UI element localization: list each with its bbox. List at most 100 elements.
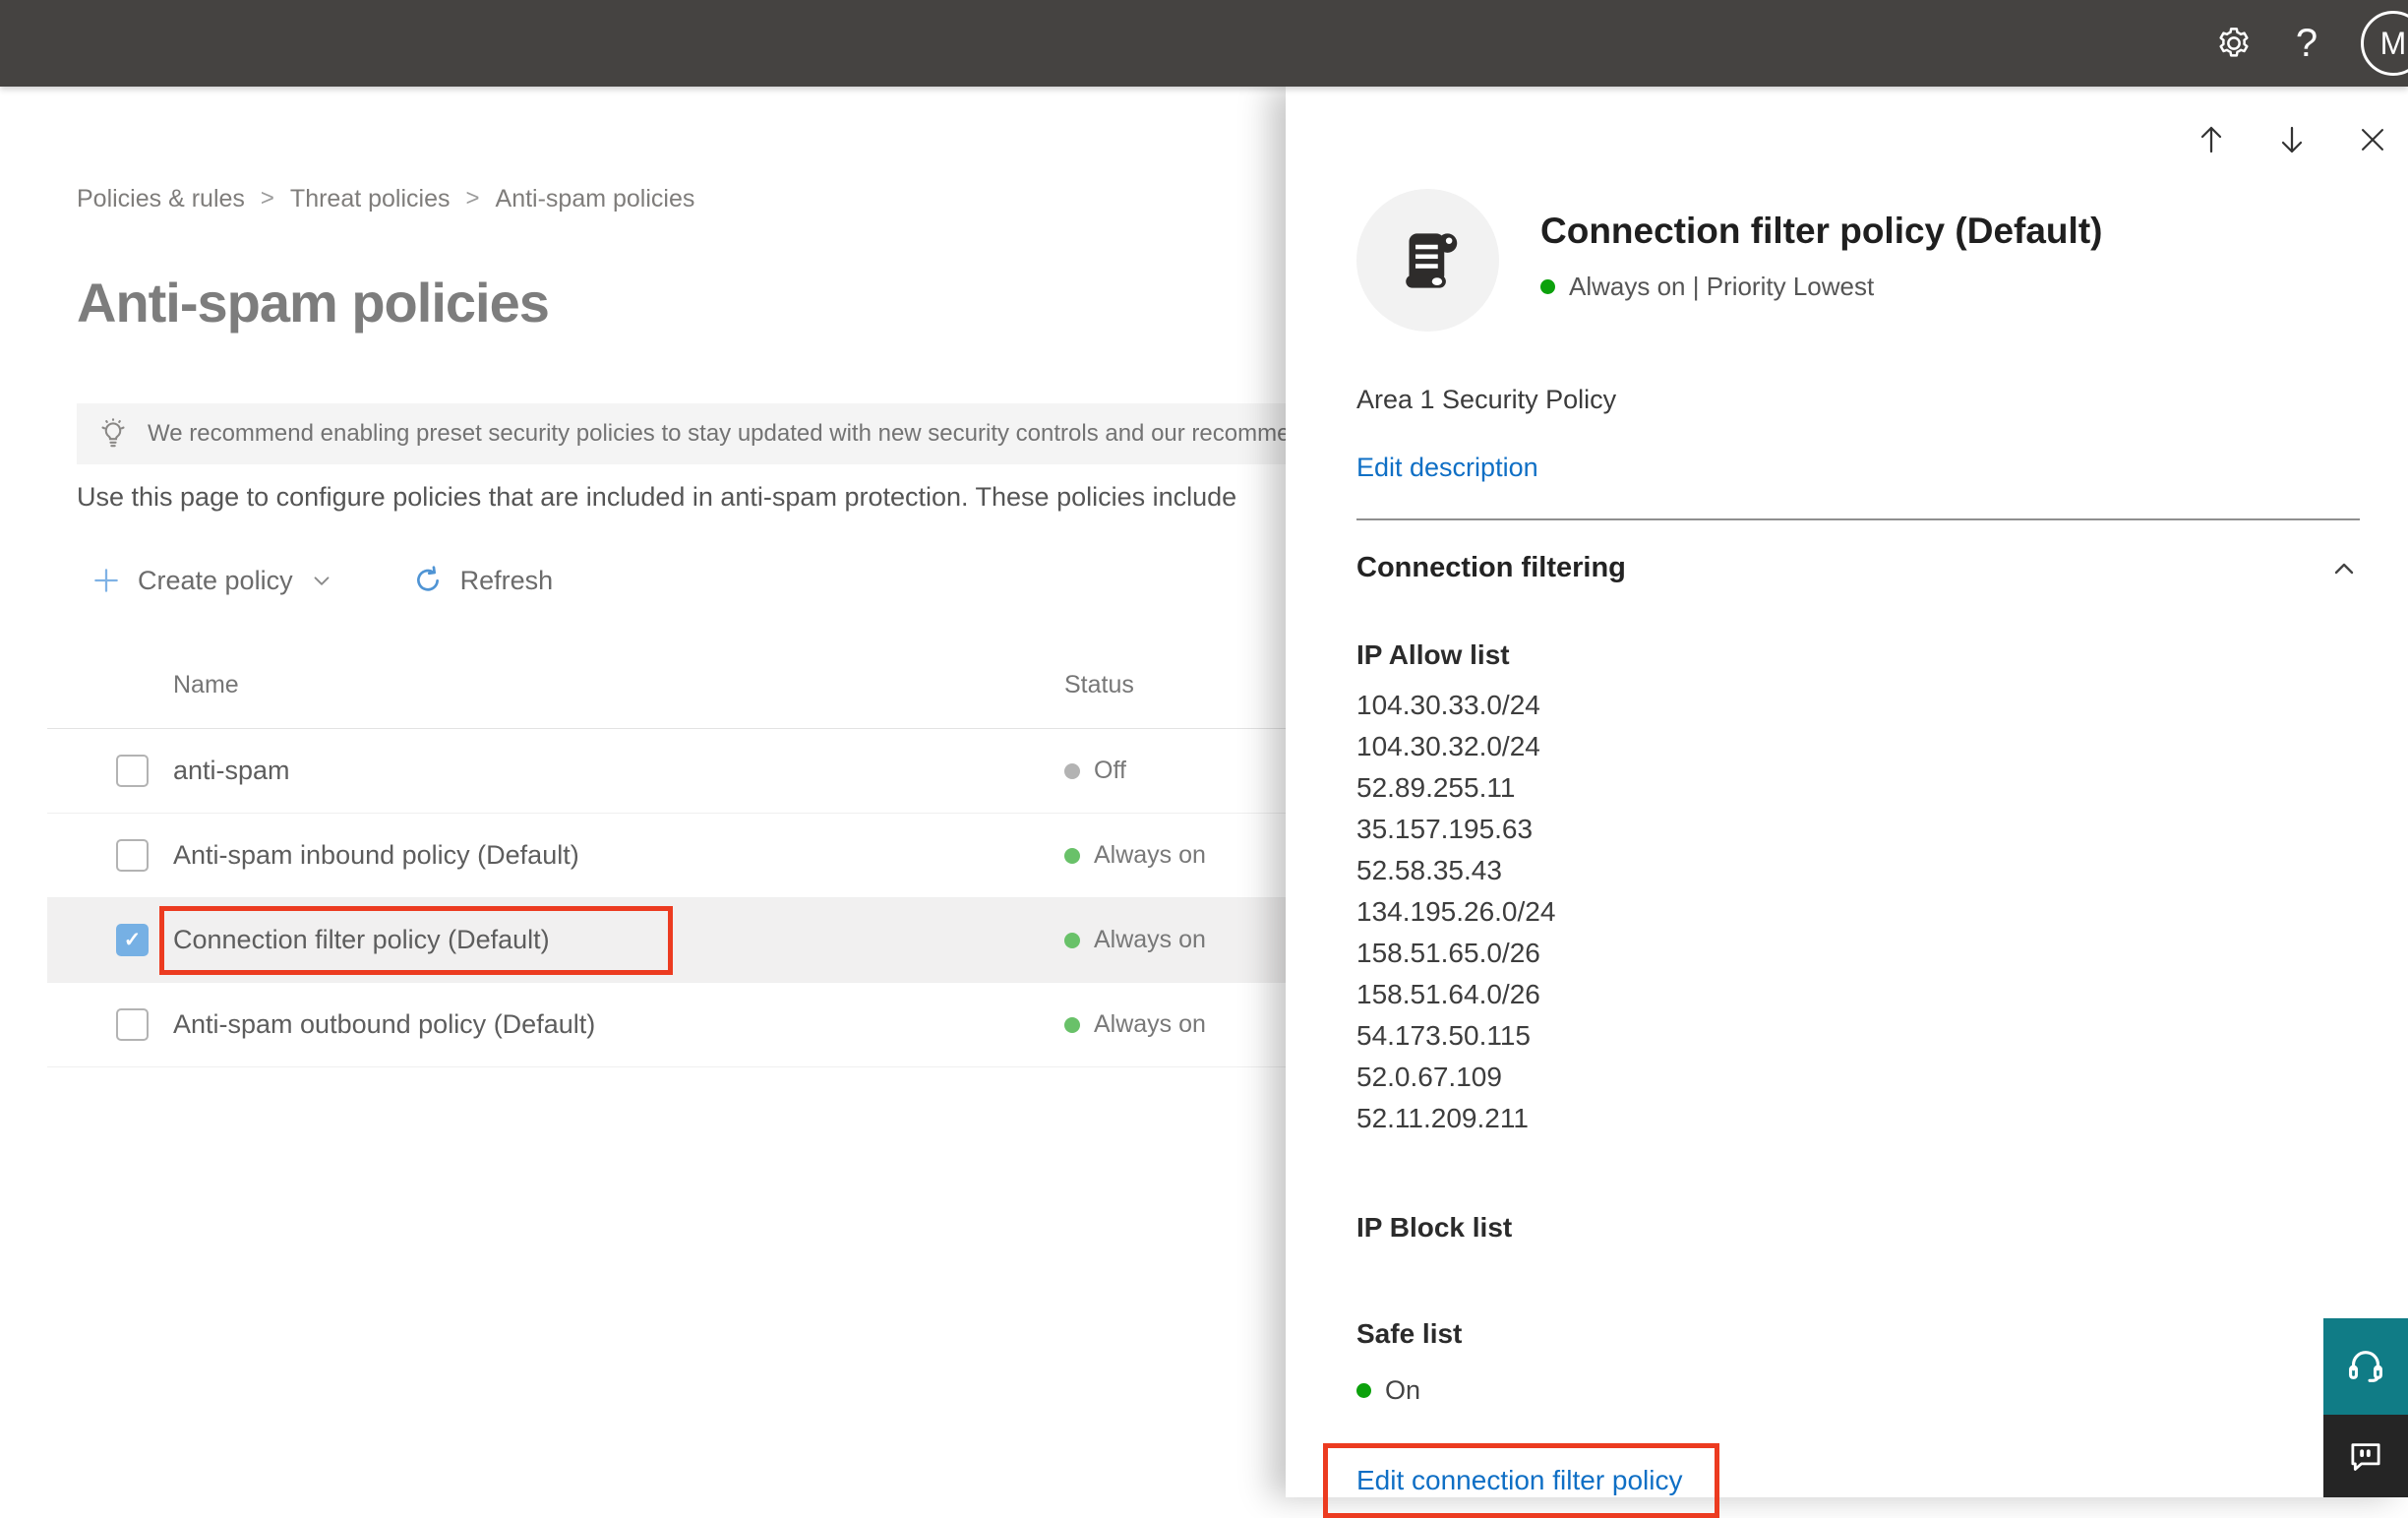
top-bar: ? M <box>0 0 2408 87</box>
account-avatar[interactable]: M <box>2361 11 2408 76</box>
table-header: Name Status <box>47 642 1310 729</box>
policy-name[interactable]: anti-spam <box>173 756 290 786</box>
table-row[interactable]: Connection filter policy (Default) Alway… <box>47 898 1310 983</box>
status-text: Off <box>1094 757 1126 784</box>
status-dot <box>1064 762 1080 779</box>
page-description: Use this page to configure policies that… <box>77 482 1237 512</box>
settings-button[interactable] <box>2197 0 2270 87</box>
name-cell: anti-spam <box>173 739 1064 804</box>
policy-name[interactable]: Anti-spam outbound policy (Default) <box>173 1009 595 1040</box>
breadcrumb-policies-rules[interactable]: Policies & rules <box>77 185 245 213</box>
avatar-initial: M <box>2379 25 2407 61</box>
row-checkbox[interactable] <box>116 924 149 956</box>
refresh-icon <box>411 564 445 597</box>
ip-address: 134.195.26.0/24 <box>1356 896 1556 927</box>
row-checkbox[interactable] <box>116 755 149 787</box>
ip-allow-list-title: IP Allow list <box>1356 639 1510 670</box>
ip-address: 158.51.64.0/26 <box>1356 979 1540 1009</box>
next-item-button[interactable] <box>2266 114 2318 165</box>
safe-list-status: On <box>1356 1375 2349 1406</box>
arrow-down-icon <box>2274 122 2310 157</box>
help-button[interactable]: ? <box>2270 0 2343 87</box>
status-text: Always on <box>1094 841 1206 869</box>
feedback-button[interactable] <box>2323 1415 2408 1497</box>
breadcrumb-threat-policies[interactable]: Threat policies <box>290 185 451 213</box>
edit-link-highlight-box: Edit connection filter policy <box>1323 1443 1719 1518</box>
name-highlight-box: Anti-spam outbound policy (Default) <box>159 993 609 1058</box>
lightbulb-icon <box>96 417 130 451</box>
status-dot <box>1064 1016 1080 1033</box>
status-text: Always on <box>1094 926 1206 953</box>
status-dot <box>1540 279 1555 294</box>
connection-filtering-section-header[interactable]: Connection filtering <box>1356 552 2360 584</box>
policy-description: Area 1 Security Policy <box>1356 385 1617 414</box>
status-text: Always on <box>1094 1010 1206 1038</box>
policy-icon-circle <box>1356 189 1499 332</box>
name-cell: Connection filter policy (Default) <box>159 905 1064 975</box>
ip-address: 35.157.195.63 <box>1356 814 1534 844</box>
row-checkbox[interactable] <box>116 1008 149 1041</box>
gear-icon <box>2214 24 2254 63</box>
edit-connection-filter-policy-link[interactable]: Edit connection filter policy <box>1356 1465 1683 1496</box>
table-row[interactable]: Anti-spam inbound policy (Default) Alway… <box>47 814 1310 898</box>
ip-address: 52.0.67.109 <box>1356 1062 1502 1092</box>
ip-address: 104.30.32.0/24 <box>1356 731 1540 761</box>
status-cell: Always on <box>1064 926 1206 954</box>
help-icon: ? <box>2295 21 2318 65</box>
arrow-up-icon <box>2194 122 2229 157</box>
scroll-icon <box>1390 222 1467 299</box>
status-dot <box>1064 847 1080 864</box>
policy-details-panel: Connection filter policy (Default) Alway… <box>1286 87 2408 1518</box>
close-icon <box>2356 123 2389 156</box>
panel-header: Connection filter policy (Default) Alway… <box>1356 189 2349 332</box>
recommendation-banner: We recommend enabling preset security po… <box>77 403 1424 464</box>
plus-icon <box>90 565 122 596</box>
chevron-up-icon[interactable] <box>2328 553 2360 584</box>
policy-name[interactable]: Connection filter policy (Default) <box>173 925 550 955</box>
status-cell: Always on <box>1064 841 1206 870</box>
chevron-right-icon: > <box>465 184 480 212</box>
table-row[interactable]: Anti-spam outbound policy (Default) Alwa… <box>47 983 1310 1067</box>
row-checkbox[interactable] <box>116 839 149 872</box>
name-highlight-box: Connection filter policy (Default) <box>159 905 673 975</box>
corner-buttons <box>2323 1318 2408 1497</box>
edit-description-link[interactable]: Edit description <box>1356 453 1538 482</box>
column-header-name[interactable]: Name <box>173 671 1064 699</box>
chevron-down-icon <box>309 568 334 593</box>
status-cell: Off <box>1064 757 1126 785</box>
ip-address: 104.30.33.0/24 <box>1356 690 1540 720</box>
previous-item-button[interactable] <box>2186 114 2237 165</box>
policies-table: Name Status anti-spam Off Anti-spam inbo… <box>47 642 1310 1067</box>
ip-block-list-title: IP Block list <box>1356 1212 1513 1243</box>
column-header-status[interactable]: Status <box>1064 671 1134 699</box>
table-body: anti-spam Off Anti-spam inbound policy (… <box>47 729 1310 1067</box>
ip-address: 52.58.35.43 <box>1356 855 1502 885</box>
breadcrumb-anti-spam-policies: Anti-spam policies <box>495 185 695 213</box>
create-policy-label: Create policy <box>138 565 293 595</box>
create-policy-button[interactable]: Create policy <box>90 565 334 596</box>
policy-name[interactable]: Anti-spam inbound policy (Default) <box>173 840 579 871</box>
ip-address: 54.173.50.115 <box>1356 1020 1531 1051</box>
panel-title: Connection filter policy (Default) <box>1540 211 2103 251</box>
panel-status: Always on | Priority Lowest <box>1540 272 2102 302</box>
name-highlight-box: anti-spam <box>159 739 304 804</box>
refresh-label: Refresh <box>459 565 554 595</box>
panel-status-text: Always on | Priority Lowest <box>1569 272 1875 301</box>
table-row[interactable]: anti-spam Off <box>47 729 1310 814</box>
safe-list-title: Safe list <box>1356 1318 1463 1349</box>
ip-address: 158.51.65.0/26 <box>1356 938 1540 968</box>
headset-icon <box>2344 1345 2387 1388</box>
ip-address: 52.11.209.211 <box>1356 1103 1529 1133</box>
name-highlight-box: Anti-spam inbound policy (Default) <box>159 823 593 888</box>
divider <box>1356 518 2360 520</box>
close-panel-button[interactable] <box>2347 114 2398 165</box>
status-cell: Always on <box>1064 1010 1206 1039</box>
status-dot <box>1064 932 1080 948</box>
chevron-right-icon: > <box>260 184 274 212</box>
ip-address: 52.89.255.11 <box>1356 772 1516 803</box>
refresh-button[interactable]: Refresh <box>411 564 554 597</box>
support-button[interactable] <box>2323 1318 2408 1415</box>
ip-allow-list: 104.30.33.0/24 104.30.32.0/24 52.89.255.11… <box>1356 685 2349 1139</box>
name-cell: Anti-spam inbound policy (Default) <box>173 823 1064 888</box>
name-cell: Anti-spam outbound policy (Default) <box>173 993 1064 1058</box>
